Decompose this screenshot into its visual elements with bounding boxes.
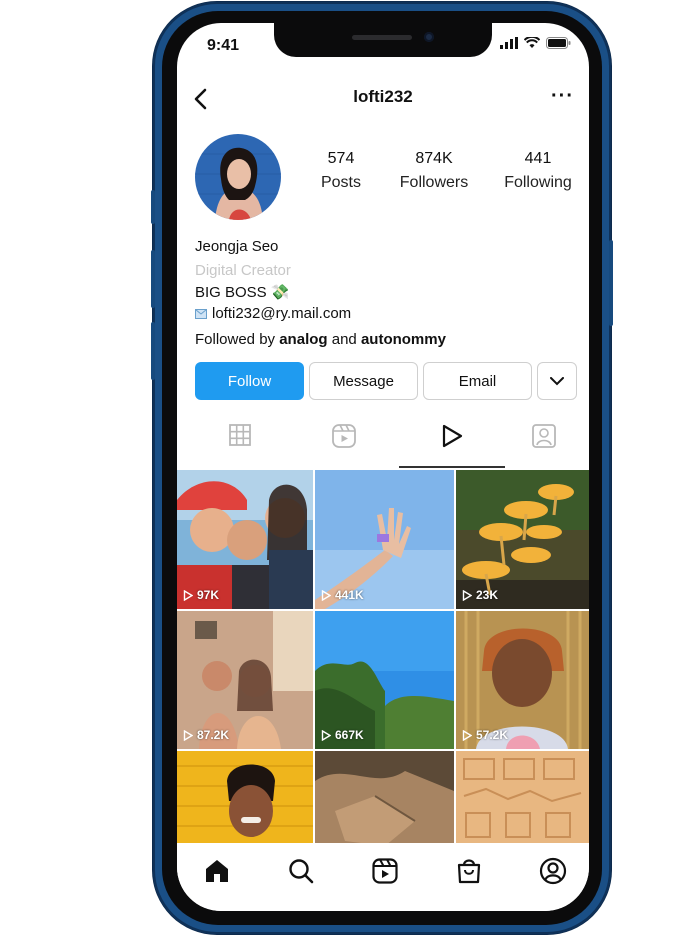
silent-switch (151, 190, 155, 224)
grid-item[interactable] (315, 751, 454, 851)
status-time: 9:41 (207, 37, 240, 54)
search-icon (289, 859, 314, 884)
signal-icon (500, 37, 518, 49)
following-stat[interactable]: 441 Following (499, 150, 577, 192)
chevron-down-icon (550, 376, 564, 385)
tab-videos[interactable] (439, 423, 465, 454)
grid-item[interactable]: 57.2K (456, 611, 589, 749)
posts-label: Posts (320, 174, 361, 191)
envelope-icon (195, 308, 207, 319)
nav-reels[interactable] (371, 857, 399, 885)
posts-stat[interactable]: 574 Posts (315, 150, 367, 192)
view-count: 441K (321, 588, 364, 602)
message-button[interactable]: Message (309, 362, 418, 400)
tagged-icon (532, 424, 556, 448)
wifi-icon (524, 37, 540, 48)
grid-item[interactable] (177, 751, 313, 851)
volume-up-button (151, 250, 155, 308)
posts-count: 574 (327, 150, 355, 167)
nav-search[interactable] (287, 857, 315, 885)
avatar[interactable] (195, 134, 281, 220)
tab-reels[interactable] (331, 423, 357, 454)
followed-by[interactable]: Followed by analog and autonommy (195, 331, 446, 348)
followed-and: and (327, 331, 361, 348)
follow-button[interactable]: Follow (195, 362, 304, 400)
view-count-text: 97K (197, 588, 220, 602)
followers-stat[interactable]: 874K Followers (395, 150, 473, 192)
reels-icon (372, 858, 398, 884)
grid-item[interactable]: 97K (177, 470, 313, 609)
profile-tabs (177, 415, 589, 469)
view-count-text: 441K (335, 588, 364, 602)
play-small-icon (321, 589, 331, 601)
battery-icon (546, 37, 571, 49)
tab-grid[interactable] (228, 423, 252, 452)
email-button[interactable]: Email (423, 362, 532, 400)
view-count-text: 23K (476, 588, 499, 602)
view-count-text: 87.2K (197, 728, 230, 742)
active-tab-indicator (399, 466, 505, 468)
profile-name: Jeongja Seo (195, 238, 279, 255)
shop-icon (457, 859, 481, 884)
grid-item[interactable]: 23K (456, 470, 589, 609)
home-icon (206, 860, 228, 882)
play-small-icon (462, 589, 472, 601)
profile-email: lofti232@ry.mail.com (212, 305, 352, 322)
view-count: 97K (183, 588, 219, 602)
play-small-icon (462, 729, 472, 741)
thumbnail-carved-pattern (456, 751, 589, 851)
thumbnail-paper-texture (315, 751, 454, 851)
more-options-button[interactable]: ··· (551, 85, 574, 108)
followers-label: Followers (399, 174, 469, 191)
view-count: 87.2K (183, 728, 229, 742)
status-icons (500, 37, 571, 49)
play-small-icon (321, 729, 331, 741)
followers-count: 874K (415, 150, 453, 167)
play-small-icon (183, 589, 193, 601)
profile-email-row[interactable]: lofti232@ry.mail.com (195, 305, 351, 322)
profile-icon (539, 857, 567, 885)
followed-user-2[interactable]: autonommy (361, 331, 446, 348)
profile-category: Digital Creator (195, 262, 291, 279)
view-count: 57.2K (462, 728, 508, 742)
play-small-icon (183, 729, 193, 741)
suggested-dropdown-button[interactable] (537, 362, 577, 400)
reels-icon (332, 424, 356, 448)
view-count-text: 57.2K (476, 728, 509, 742)
phone-screen: 9:41 lofti232 ··· 574 Posts 874K Followe… (177, 23, 589, 911)
grid-item[interactable]: 667K (315, 611, 454, 749)
nav-shop[interactable] (455, 857, 483, 885)
nav-home[interactable] (203, 857, 231, 885)
grid-item[interactable]: 441K (315, 470, 454, 609)
view-count: 667K (321, 728, 364, 742)
speaker (352, 35, 412, 40)
following-count: 441 (524, 150, 552, 167)
avatar-photo (195, 134, 281, 220)
volume-down-button (151, 322, 155, 380)
grid-item[interactable]: 87.2K (177, 611, 313, 749)
nav-profile[interactable] (539, 857, 567, 885)
notch (274, 23, 492, 57)
profile-bio: BIG BOSS 💸 (195, 284, 290, 301)
view-count: 23K (462, 588, 498, 602)
front-camera (424, 32, 434, 42)
following-label: Following (504, 174, 572, 191)
view-count-text: 667K (335, 728, 364, 742)
followed-user-1[interactable]: analog (279, 331, 327, 348)
play-icon (442, 424, 463, 448)
bottom-navigation (177, 843, 589, 911)
followed-prefix: Followed by (195, 331, 280, 348)
power-button (609, 240, 613, 326)
grid-item[interactable] (456, 751, 589, 851)
profile-username: lofti232 (353, 87, 413, 106)
thumbnail-yellow-wall (177, 751, 313, 851)
grid-icon (229, 424, 251, 446)
tab-tagged[interactable] (531, 423, 557, 454)
